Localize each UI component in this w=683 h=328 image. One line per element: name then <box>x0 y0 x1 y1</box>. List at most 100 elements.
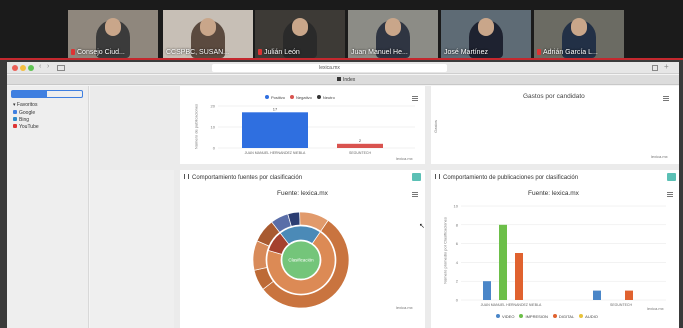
sidebar-item-label: Google <box>19 110 36 116</box>
legend-label[interactable]: VIDEO <box>502 314 514 319</box>
participant-head <box>571 18 587 36</box>
y-tick-label: 10 <box>454 204 459 209</box>
new-tab-icon[interactable]: + <box>664 62 669 71</box>
muted-microphone-icon <box>258 49 262 55</box>
data-label: 2 <box>359 138 362 143</box>
publications-bar-chart: 0 2 4 6 8 10 JUAN MANUEL HERNANDEZ NIEBLA SEGUN… <box>454 204 666 307</box>
y-tick-label: 6 <box>456 241 459 246</box>
back-arrow-icon[interactable]: ‹ <box>39 63 41 70</box>
expenses-chart-title: Gastos por candidato <box>523 93 585 100</box>
sidebar-item-favorite[interactable]: YouTube <box>13 124 39 130</box>
sentiment-bar-chart: 0 10 20 17 JUAN MANUEL HERNANDEZ NIEBLA 2 SEGU… <box>211 104 415 155</box>
chart-footer: lexica.mx <box>396 156 413 161</box>
expenses-panel: Gastos por candidato Gastos lexica.mx <box>431 86 679 164</box>
sources-sunburst-chart: Clasificación <box>252 211 350 309</box>
bar[interactable] <box>483 281 491 300</box>
participant-tile[interactable]: Juan Manuel He... <box>348 10 438 58</box>
bar[interactable] <box>593 290 601 300</box>
legend-label[interactable]: IMPRESION <box>525 314 547 319</box>
data-label: 17 <box>273 106 278 111</box>
bar[interactable] <box>337 143 383 148</box>
bookmark-icon <box>13 117 17 121</box>
minimize-window-button[interactable] <box>20 65 26 71</box>
legend-swatch <box>552 314 557 318</box>
sidebar-item-label: YouTube <box>19 124 39 130</box>
legend-label[interactable]: AUDIO <box>585 314 598 319</box>
tab-index[interactable]: Index <box>337 76 363 84</box>
participant-name: Juan Manuel He... <box>351 49 408 56</box>
legend-swatch <box>519 314 524 318</box>
y-tick-label: 4 <box>456 260 459 265</box>
empty-panel <box>90 170 174 328</box>
mouse-cursor-icon: ↖ <box>419 223 425 230</box>
bar[interactable] <box>499 224 507 300</box>
participant-tile[interactable]: Adrián García L... <box>534 10 624 58</box>
dashboard-content: Positivo Negativo Neutro Número de publica… <box>90 86 679 328</box>
sentiment-panel: Positivo Negativo Neutro Número de publica… <box>180 86 425 164</box>
sidebar-item-favorite[interactable]: Google <box>13 110 35 116</box>
y-tick-label: 10 <box>211 125 216 130</box>
participant-name: CCSPBC, SUSAN... <box>166 49 229 56</box>
favicon-icon <box>337 77 341 81</box>
tab-label: Index <box>343 77 356 83</box>
browser-sidebar: ▾ Favoritos Google Bing YouTube <box>7 86 89 328</box>
close-window-button[interactable] <box>12 65 18 71</box>
sidebar-item-favorite[interactable]: Bing <box>13 117 29 123</box>
x-tick-label: SEGUNTECH <box>610 303 632 307</box>
participant-name-text: José Martínez <box>444 49 488 56</box>
legend-swatch <box>496 314 500 318</box>
participant-tile[interactable]: CCSPBC, SUSAN... <box>163 10 253 58</box>
chart-footer: lexica.mx <box>651 154 668 159</box>
participant-name: Consejo Ciud... <box>71 49 125 56</box>
chart-footer: lexica.mx <box>396 305 413 310</box>
bar[interactable] <box>242 112 308 148</box>
x-tick-label: JUAN MANUEL HERNANDEZ NIEBLA <box>481 303 542 307</box>
x-tick-label: JUAN MANUEL HERNANDEZ NIEBLA <box>245 151 306 155</box>
sidebar-toggle-icon[interactable] <box>57 65 65 71</box>
sources-panel: Comportamiento fuentes por clasificación… <box>180 170 425 328</box>
sidebar-segmented-control[interactable] <box>11 90 83 98</box>
bookmark-icon <box>13 110 17 114</box>
muted-microphone-icon <box>71 49 75 55</box>
participant-head <box>200 18 216 36</box>
participant-name: José Martínez <box>444 49 488 56</box>
video-conference-strip: Consejo Ciud... CCSPBC, SUSAN... Julián Le… <box>0 0 683 60</box>
participant-tile[interactable]: Consejo Ciud... <box>68 10 158 58</box>
x-tick-label: SEGUNTECH <box>349 151 371 155</box>
y-tick-label: 20 <box>211 104 216 109</box>
sunburst-center-label: Clasificación <box>288 258 314 263</box>
participant-tile[interactable]: Julián León <box>255 10 345 58</box>
zoom-window-button[interactable] <box>28 65 34 71</box>
tab-bar: Index <box>7 75 679 85</box>
muted-microphone-icon <box>537 49 541 55</box>
participant-head <box>385 18 401 36</box>
bar[interactable] <box>515 253 523 300</box>
participant-head <box>478 18 494 36</box>
y-tick-label: 0 <box>456 298 459 303</box>
participant-head <box>292 18 308 36</box>
participant-name-text: Adrián García L... <box>543 49 598 56</box>
y-tick-label: 8 <box>456 222 459 227</box>
participant-tile[interactable]: José Martínez <box>441 10 531 58</box>
url-bar[interactable]: lexica.mx <box>212 64 447 72</box>
participant-name-text: Julián León <box>264 49 300 56</box>
browser-titlebar: ‹ › lexica.mx + <box>7 62 679 74</box>
publications-panel: Comportamiento de publicaciones por clas… <box>431 170 679 328</box>
sidebar-item-label: Bing <box>19 117 30 123</box>
participant-head <box>105 18 121 36</box>
y-axis-label: Gastos <box>432 120 438 133</box>
favorites-header[interactable]: ▾ Favoritos <box>13 102 37 108</box>
chart-menu-icon[interactable] <box>663 96 669 101</box>
legend-label[interactable]: DIGITAL <box>559 314 574 319</box>
y-tick-label: 2 <box>456 279 459 284</box>
bookmark-icon <box>13 124 17 128</box>
forward-arrow-icon[interactable]: › <box>47 63 49 70</box>
participant-name: Adrián García L... <box>537 49 598 56</box>
participant-name-text: Consejo Ciud... <box>77 49 125 56</box>
chart-footer: lexica.mx <box>647 306 664 311</box>
share-icon[interactable] <box>652 65 658 71</box>
bookmarks-segment[interactable] <box>12 91 47 97</box>
publications-legend: VIDEO IMPRESION DIGITAL AUDIO <box>491 314 598 319</box>
bar[interactable] <box>625 290 633 300</box>
reading-list-segment[interactable] <box>47 91 82 97</box>
